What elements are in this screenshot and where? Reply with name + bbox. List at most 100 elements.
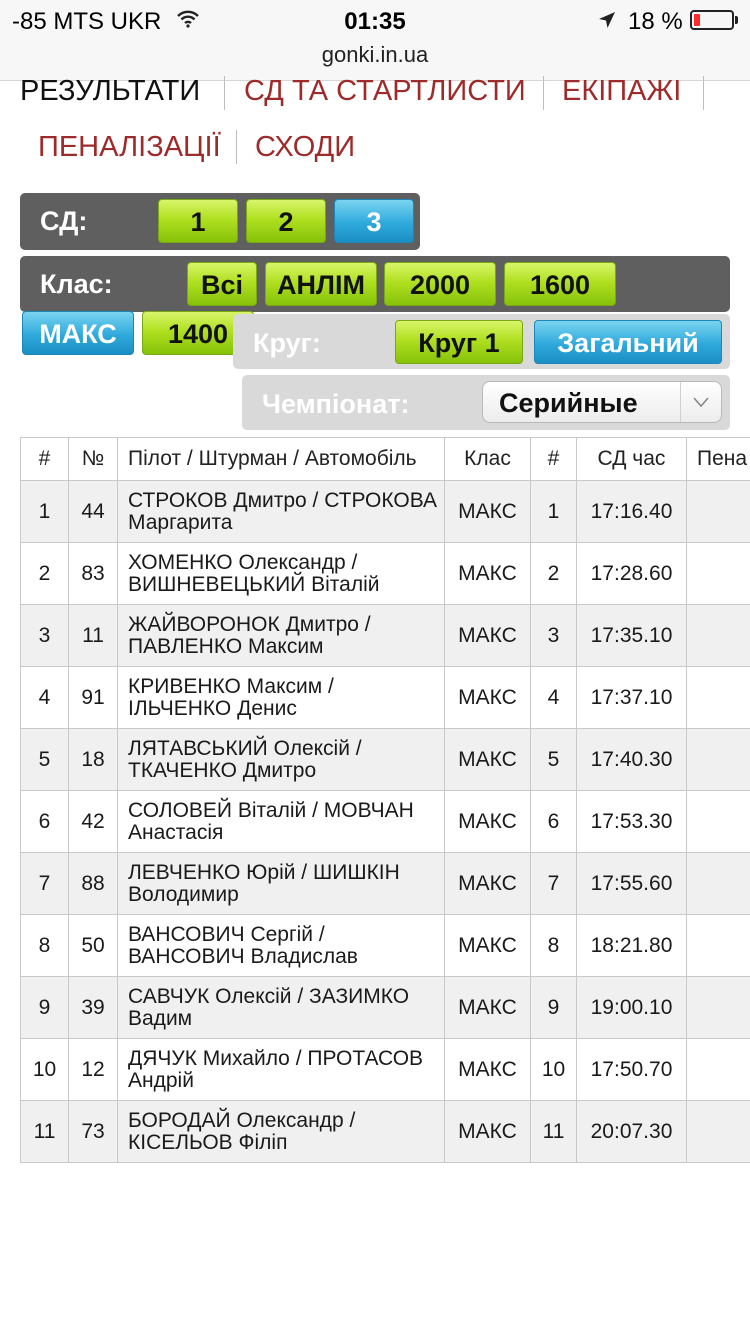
stage-button-3[interactable]: 3 (334, 199, 414, 243)
table-row[interactable]: 6 42 СОЛОВЕЙ Віталій / МОВЧАН Анастасія МАК… (20, 790, 750, 853)
cell-stage-time: 17:50.70 (576, 1038, 687, 1101)
cell-penalty (686, 976, 750, 1039)
cell-rank: 8 (530, 914, 577, 977)
header-rank[interactable]: # (530, 437, 577, 481)
table-row[interactable]: 3 11 ЖАЙВОРОНОК Дмитро / ПАВЛЕНКО Максим МА… (20, 604, 750, 667)
cell-class: МАКС (444, 728, 531, 791)
stage-button-2[interactable]: 2 (246, 199, 326, 243)
championship-filter-panel: Чемпіонат: Серийные (242, 375, 730, 430)
cell-pilot: ЛЕВЧЕНКО Юрій / ШИШКІН Володимир (117, 852, 445, 915)
class-button-2000[interactable]: 2000 (384, 262, 496, 306)
cell-pilot: ДЯЧУК Михайло / ПРОТАСОВ Андрій (117, 1038, 445, 1101)
nav-divider (703, 76, 704, 110)
cell-number: 73 (68, 1100, 118, 1163)
nav-results[interactable]: РЕЗУЛЬТАТИ (20, 74, 200, 108)
table-row[interactable]: 7 88 ЛЕВЧЕНКО Юрій / ШИШКІН Володимир МАКС 7… (20, 852, 750, 915)
battery-tip (735, 16, 738, 24)
cell-rank: 4 (530, 666, 577, 729)
cell-position: 4 (20, 666, 69, 729)
cell-rank: 9 (530, 976, 577, 1039)
cell-position: 8 (20, 914, 69, 977)
results-table-container[interactable]: # № Пілот / Штурман / Автомобіль Клас # … (20, 437, 750, 1163)
cell-rank: 3 (530, 604, 577, 667)
table-row[interactable]: 8 50 ВАНСОВИЧ Сергій / ВАНСОВИЧ Владислав М… (20, 914, 750, 977)
table-header-row: # № Пілот / Штурман / Автомобіль Клас # … (20, 437, 750, 481)
championship-filter-label: Чемпіонат: (262, 389, 410, 419)
cell-class: МАКС (444, 666, 531, 729)
cell-rank: 2 (530, 542, 577, 605)
header-class[interactable]: Клас (444, 437, 531, 481)
results-table-body: 1 4 4 СТРОКОВ Дмитро / СТРОКОВА Маргарита МА… (20, 480, 750, 1163)
cell-stage-time: 17:28.60 (576, 542, 687, 605)
cell-penalty (686, 1100, 750, 1163)
chevron-down-icon (680, 382, 721, 422)
cell-rank: 5 (530, 728, 577, 791)
cell-pilot: ЛЯТАВСЬКИЙ Олексій / ТКАЧЕНКО Дмитро (117, 728, 445, 791)
class-button-1600[interactable]: 1600 (504, 262, 616, 306)
nav-crews[interactable]: ЕКІПАЖІ (562, 74, 681, 108)
nav-retirements[interactable]: СХОДИ (255, 130, 355, 164)
cell-penalty (686, 604, 750, 667)
cell-number: 42 (68, 790, 118, 853)
cell-pilot: САВЧУК Олексій / ЗАЗИМКО Вадим (117, 976, 445, 1039)
cell-class: МАКС (444, 976, 531, 1039)
lap-filter-panel: Круг: Круг 1 Загальний (233, 314, 730, 369)
header-position[interactable]: # (20, 437, 69, 481)
lap-filter-label: Круг: (253, 328, 321, 358)
championship-selected-value: Серийные (499, 388, 638, 418)
cell-penalty (686, 666, 750, 729)
header-penalty[interactable]: Пена (686, 437, 750, 481)
page-url[interactable]: gonki.in.ua (0, 42, 750, 68)
results-table: # № Пілот / Штурман / Автомобіль Клас # … (20, 437, 750, 1163)
cell-penalty (686, 1038, 750, 1101)
table-row[interactable]: 9 39 САВЧУК Олексій / ЗАЗИМКО Вадим МАКС 9 19… (20, 976, 750, 1039)
cell-pilot: СТРОКОВ Дмитро / СТРОКОВА Маргарита (117, 480, 445, 543)
cell-number: 39 (68, 976, 118, 1039)
cell-stage-time: 19:00.10 (576, 976, 687, 1039)
cell-stage-time: 17:40.30 (576, 728, 687, 791)
table-row[interactable]: 11 73 БОРОДАЙ Олександр / КІСЕЛЬОВ Філіп МА… (20, 1100, 750, 1163)
cell-rank: 11 (530, 1100, 577, 1163)
class-button-max[interactable]: МАКС (22, 311, 134, 355)
header-stage-time[interactable]: СД час (576, 437, 687, 481)
nav-penalties[interactable]: ПЕНАЛІЗАЦІЇ (38, 130, 221, 164)
class-filter-label: Клас: (40, 269, 113, 299)
table-row[interactable]: 2 83 ХОМЕНКО Олександр / ВИШНЕВЕЦЬКИЙ Віта… (20, 542, 750, 605)
table-row[interactable]: 1 44 СТРОКОВ Дмитро / СТРОКОВА Маргарита МА… (20, 480, 750, 543)
cell-pilot: ЖАЙВОРОНОК Дмитро / ПАВЛЕНКО Максим (117, 604, 445, 667)
cell-position: 10 (20, 1038, 69, 1101)
lap-button-1[interactable]: Круг 1 (395, 320, 523, 364)
cell-stage-time: 17:37.10 (576, 666, 687, 729)
cell-penalty (686, 542, 750, 605)
cell-number: 11 (68, 604, 118, 667)
cell-pilot: БОРОДАЙ Олександр / КІСЕЛЬОВ Філіп (117, 1100, 445, 1163)
cell-number: 91 (68, 666, 118, 729)
class-button-unlim[interactable]: АНЛІМ (265, 262, 377, 306)
table-row[interactable]: 5 18 ЛЯТАВСЬКИЙ Олексій / ТКАЧЕНКО Дмитро М… (20, 728, 750, 791)
class-button-all[interactable]: Всі (187, 262, 257, 306)
cell-penalty (686, 728, 750, 791)
cell-rank: 6 (530, 790, 577, 853)
table-row[interactable]: 10 12 ДЯЧУК Михайло / ПРОТАСОВ Андрій МАКС 1… (20, 1038, 750, 1101)
cell-position: 1 (20, 480, 69, 543)
stage-filter-label: СД: (40, 206, 88, 236)
championship-select[interactable]: Серийные (482, 381, 722, 423)
cell-rank: 10 (530, 1038, 577, 1101)
cell-position: 3 (20, 604, 69, 667)
cell-position: 9 (20, 976, 69, 1039)
lap-button-overall[interactable]: Загальний (534, 320, 722, 364)
cell-stage-time: 17:53.30 (576, 790, 687, 853)
cell-class: МАКС (444, 914, 531, 977)
table-row[interactable]: 4 91 КРИВЕНКО Максим / ІЛЬЧЕНКО Денис МАКС 4… (20, 666, 750, 729)
cell-rank: 1 (530, 480, 577, 543)
nav-divider (224, 76, 225, 110)
header-number[interactable]: № (68, 437, 118, 481)
cell-pilot: КРИВЕНКО Максим / ІЛЬЧЕНКО Денис (117, 666, 445, 729)
cell-stage-time: 20:07.30 (576, 1100, 687, 1163)
header-pilot[interactable]: Пілот / Штурман / Автомобіль (117, 437, 445, 481)
cell-penalty (686, 790, 750, 853)
nav-stages-startlists[interactable]: СД ТА СТАРТЛИСТИ (244, 74, 526, 108)
stage-button-1[interactable]: 1 (158, 199, 238, 243)
cell-stage-time: 17:35.10 (576, 604, 687, 667)
cell-penalty (686, 480, 750, 543)
